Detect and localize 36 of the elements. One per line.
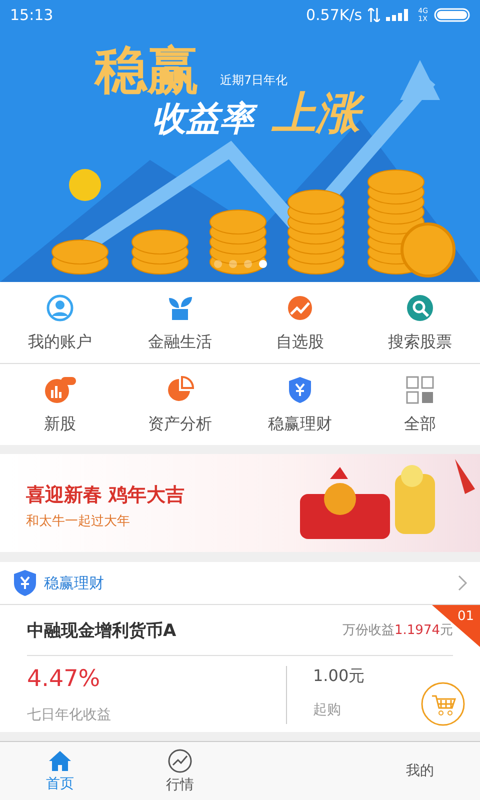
clock: 15:13 [10, 6, 54, 24]
trend-icon [286, 294, 314, 322]
product-name: 中融现金增利货币A [27, 620, 178, 642]
promo-subline: 和太牛一起过大年 [26, 513, 131, 530]
chevron-right-icon[interactable] [458, 575, 468, 591]
plant-icon [166, 294, 194, 322]
tab[interactable]: 行情 [120, 742, 240, 800]
banner-subtitle: 近期7日年化 [220, 72, 288, 89]
grid-icon [406, 376, 434, 404]
yield-rate: 4.47% [27, 666, 102, 692]
shield-icon [287, 376, 313, 404]
banner-text: 上涨 [272, 86, 370, 141]
page-dot[interactable] [244, 260, 252, 268]
pie-chart-icon [166, 376, 194, 404]
chart-icon [168, 748, 192, 772]
banner-title: 稳赢 [95, 40, 199, 102]
page-dot[interactable] [214, 260, 222, 268]
network-speed: 0.57K/s [306, 6, 362, 24]
bar-chart-icon [44, 376, 76, 404]
promo-headline: 喜迎新春 鸡年大吉 [26, 483, 185, 508]
shield-icon [12, 569, 38, 597]
cart-icon[interactable] [421, 682, 465, 726]
yield-text: 万份收益1.1974元 [342, 622, 453, 639]
rank-number: 01 [457, 609, 474, 624]
search-icon [406, 294, 434, 322]
minimum-label: 起购 [313, 701, 342, 719]
battery-icon [434, 8, 470, 22]
tab[interactable]: 首页 [0, 742, 120, 800]
person-icon [46, 294, 74, 322]
page-dot[interactable] [229, 260, 237, 268]
data-transfer-icon [368, 8, 380, 22]
section-title: 稳赢理财 [44, 574, 105, 592]
home-icon [48, 750, 72, 772]
tab[interactable]: 我的 [360, 742, 480, 800]
minimum-amount: 1.00元 [313, 666, 366, 687]
rate-label: 七日年化收益 [27, 706, 112, 724]
